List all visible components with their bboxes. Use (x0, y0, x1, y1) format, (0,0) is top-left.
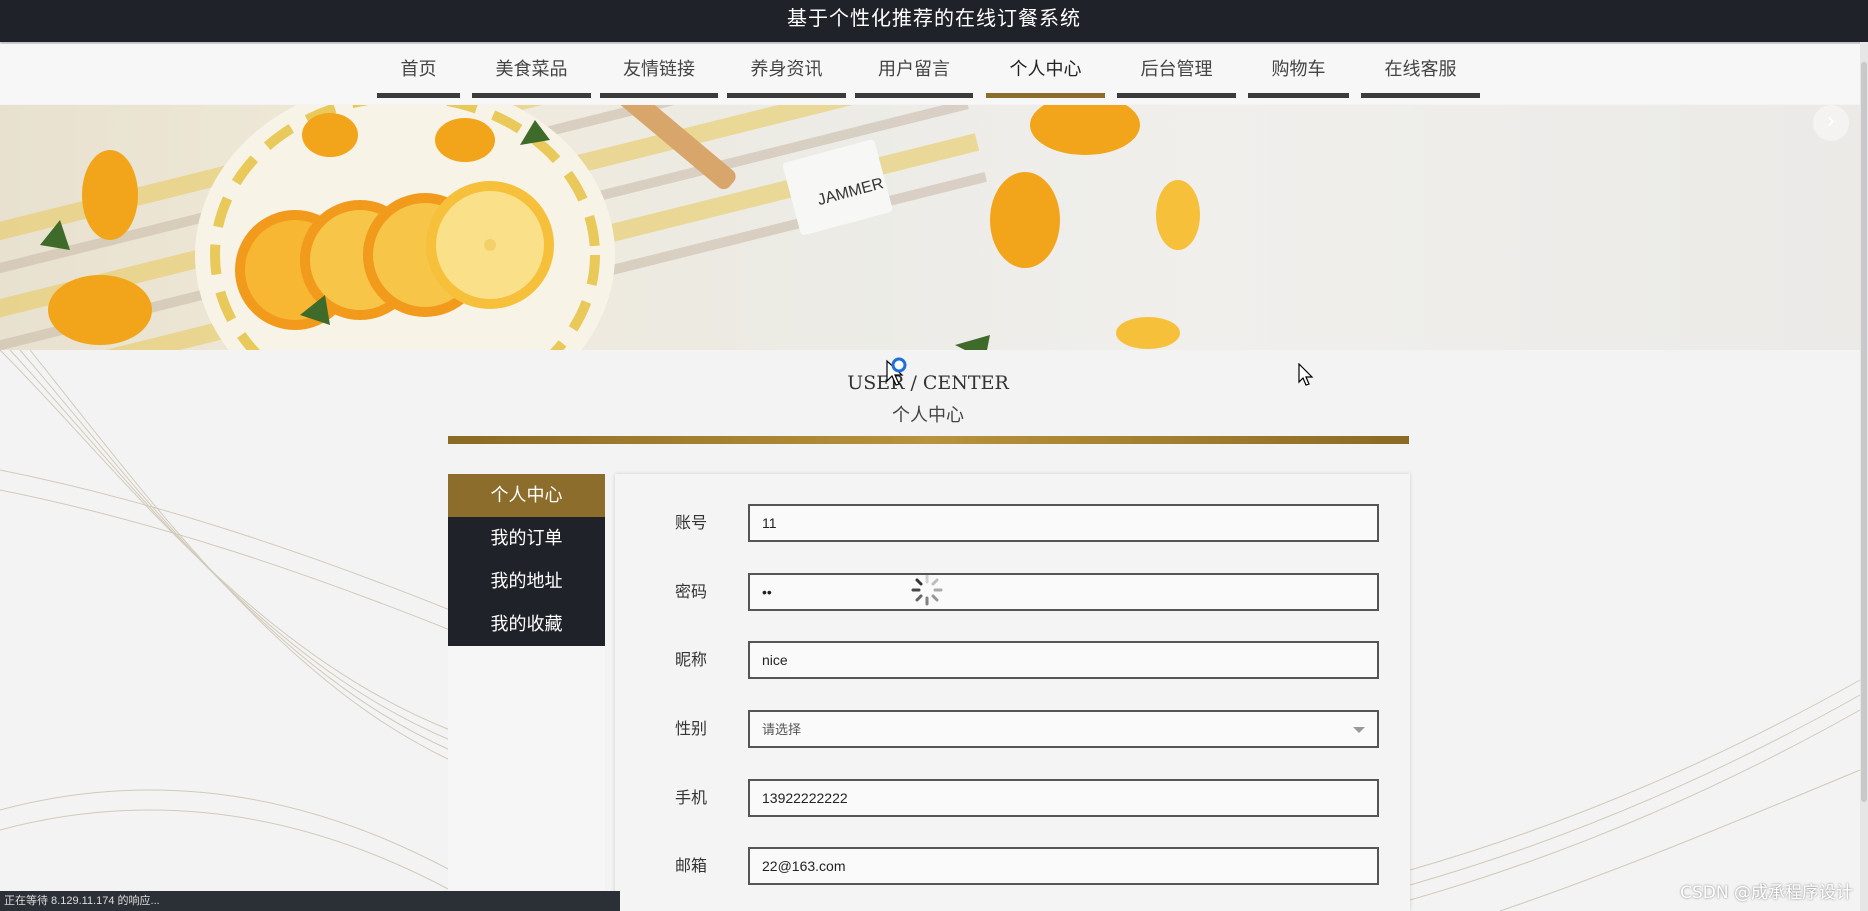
banner-image: JAMMER (0, 105, 1860, 350)
nav-item-links[interactable]: 友情链接 (600, 50, 718, 98)
nav-item-cart[interactable]: 购物车 (1248, 50, 1349, 98)
sidebar-item-user-center[interactable]: 个人中心 (448, 474, 605, 517)
mouse-cursor-icon (886, 357, 907, 386)
profile-form: 账号 11 密码 •• 昵称 nice 性别 请选择 手机 1392222222… (615, 474, 1410, 911)
chevron-right-icon[interactable]: › (1813, 105, 1849, 141)
watermark: CSDN @成承程序设计 (1680, 883, 1853, 903)
section-title-zh: 个人中心 (892, 405, 964, 426)
nav-item-home[interactable]: 首页 (377, 50, 460, 98)
nav-item-customer-service[interactable]: 在线客服 (1361, 50, 1480, 98)
banner-illustration: JAMMER (0, 105, 1200, 350)
phone-label: 手机 (675, 788, 708, 807)
nav-item-messages[interactable]: 用户留言 (855, 50, 973, 98)
chevron-down-icon (1353, 727, 1365, 733)
sidebar-item-orders[interactable]: 我的订单 (448, 517, 605, 560)
account-input[interactable]: 11 (748, 504, 1379, 542)
gender-select-value: 请选择 (762, 722, 802, 737)
site-title: 基于个性化推荐的在线订餐系统 (0, 0, 1868, 42)
password-label: 密码 (675, 582, 708, 601)
nav-item-dishes[interactable]: 美食菜品 (472, 50, 591, 98)
nav-item-admin[interactable]: 后台管理 (1117, 50, 1236, 98)
password-input[interactable]: •• (748, 573, 1379, 611)
browser-status-bar: 正在等待 8.129.11.174 的响应... (0, 891, 620, 911)
spinner-icon (911, 574, 943, 606)
email-label: 邮箱 (675, 856, 708, 875)
nav-item-health-news[interactable]: 养身资讯 (727, 50, 846, 98)
section-title-en: USER / CENTER (847, 372, 1009, 394)
phone-input[interactable]: 13922222222 (748, 779, 1379, 817)
page-scrollbar[interactable] (1860, 42, 1868, 911)
gender-select[interactable]: 请选择 (748, 710, 1379, 748)
user-sidebar: 个人中心 我的订单 我的地址 我的收藏 (448, 474, 605, 911)
pointer-cursor-icon (1298, 363, 1314, 386)
account-label: 账号 (675, 513, 708, 532)
sidebar-item-favorites[interactable]: 我的收藏 (448, 603, 605, 646)
scrollbar-thumb[interactable] (1861, 62, 1867, 802)
nickname-label: 昵称 (675, 650, 708, 669)
email-input[interactable]: 22@163.com (748, 847, 1379, 885)
title-divider (448, 436, 1409, 444)
main-nav: 首页 美食菜品 友情链接 养身资讯 用户留言 个人中心 后台管理 购物车 在线客… (0, 44, 1868, 104)
gender-label: 性别 (675, 719, 708, 738)
nickname-input[interactable]: nice (748, 641, 1379, 679)
sidebar-item-addresses[interactable]: 我的地址 (448, 560, 605, 603)
nav-item-user-center[interactable]: 个人中心 (986, 50, 1105, 98)
